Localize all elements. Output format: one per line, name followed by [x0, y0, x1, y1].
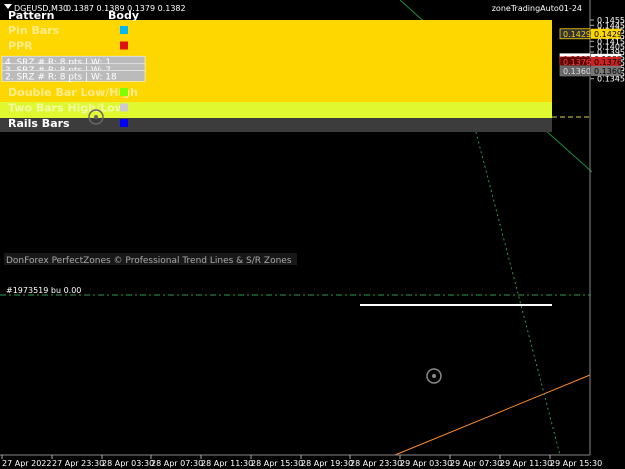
x-tick-label: 29 Apr 03:30 — [400, 459, 452, 468]
watermark-text: DonForex PerfectZones © Professional Tre… — [6, 256, 292, 266]
pattern-label: Double Bar Low/High — [8, 86, 138, 99]
pattern-label: Rails Bars — [8, 117, 70, 130]
pattern-color-swatch — [120, 41, 128, 50]
pattern-label: Two Bars High/Low — [8, 102, 125, 115]
axis-price-badge-label: 0.1376 — [594, 58, 622, 67]
pattern-panel-dark-row — [0, 118, 552, 132]
pattern-color-swatch — [120, 88, 128, 96]
x-tick-label: 28 Apr 07:30 — [151, 459, 203, 468]
price-marker-label: 0.1360 — [563, 67, 591, 76]
x-tick-label: 28 Apr 19:30 — [301, 459, 353, 468]
x-tick-label: 28 Apr 11:30 — [201, 459, 253, 468]
axis-price-badge-label: 0.1360 — [594, 67, 622, 76]
x-tick-label: 27 Apr 23:30 — [52, 459, 104, 468]
symbol-timeframe: DGEUSD,M30 — [14, 4, 68, 13]
x-tick-label: 27 Apr 2022 — [2, 459, 51, 468]
trade-note: #1973519 bu 0.00 — [6, 286, 81, 295]
x-tick-label: 28 Apr 23:30 — [350, 459, 402, 468]
circle-marker — [432, 374, 436, 378]
x-tick-label: 29 Apr 11:30 — [500, 459, 552, 468]
price-chart[interactable]: Pattern Body Pin BarsPPROutside Vertical… — [0, 0, 625, 469]
pattern-color-swatch — [120, 26, 128, 34]
ohlc-readout: 0.1387 0.1389 0.1379 0.1382 — [66, 4, 186, 13]
x-tick-label: 29 Apr 15:30 — [550, 459, 602, 468]
y-tick-label: 0.1345 — [597, 75, 625, 84]
srz-labels: 4. SRZ # R: 8 pts | W: 13. SRZ # R: 8 pt… — [1, 55, 146, 82]
pattern-label: Pin Bars — [8, 24, 60, 37]
axis-price-badge-label: 0.1429 — [594, 30, 622, 39]
x-tick-label: 28 Apr 03:30 — [102, 459, 154, 468]
indicator-name: zoneTradingAuto01-24 — [492, 4, 582, 13]
pattern-color-swatch — [120, 103, 128, 112]
srz-label-text: 2. SRZ # R: 8 pts | W: 18 — [5, 72, 117, 82]
pattern-color-swatch — [120, 119, 128, 127]
x-tick-label: 28 Apr 15:30 — [251, 459, 303, 468]
circle-marker — [94, 115, 98, 119]
price-marker-label: 0.1429 — [563, 30, 591, 39]
x-tick-label: 29 Apr 07:30 — [450, 459, 502, 468]
pattern-label: PPR — [8, 40, 33, 53]
